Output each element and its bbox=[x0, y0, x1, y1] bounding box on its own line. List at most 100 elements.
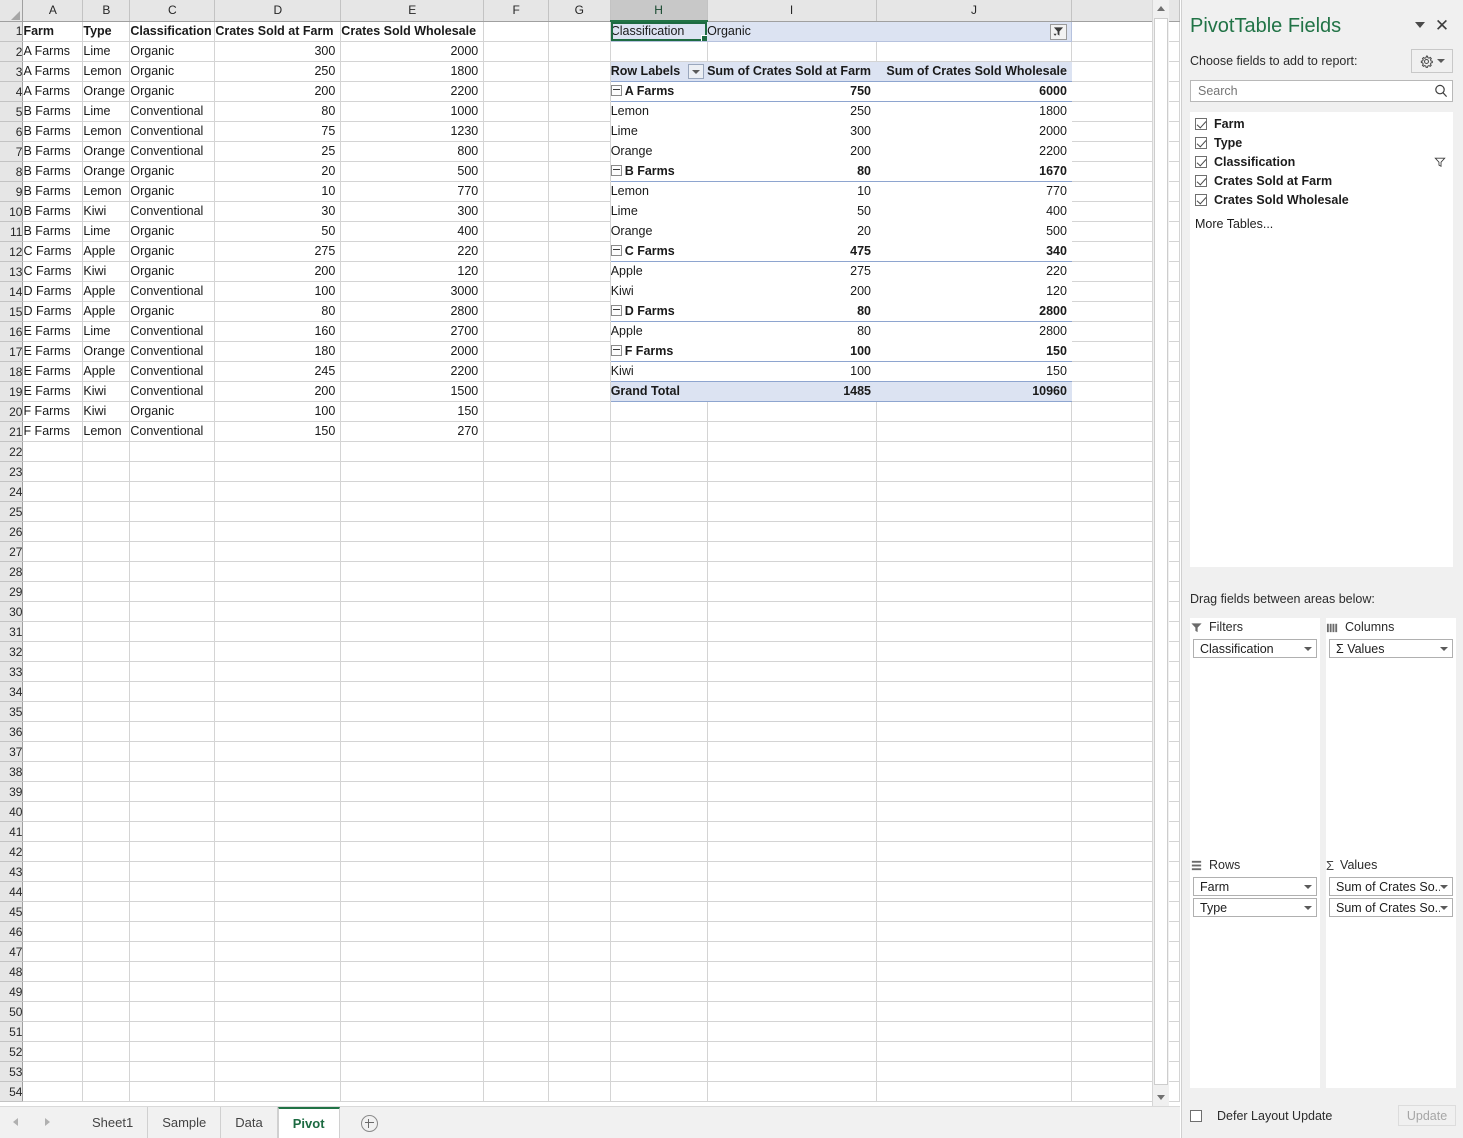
source-data-cell[interactable]: Orange bbox=[83, 142, 130, 162]
empty-cell[interactable] bbox=[548, 602, 610, 622]
source-data-cell[interactable]: Conventional bbox=[130, 202, 215, 222]
empty-cell[interactable] bbox=[707, 862, 876, 882]
empty-cell[interactable] bbox=[707, 962, 876, 982]
source-data-cell[interactable]: B Farms bbox=[23, 102, 83, 122]
source-data-cell[interactable]: Lemon bbox=[83, 422, 130, 442]
pivot-group-label[interactable]: B Farms bbox=[610, 162, 707, 182]
empty-cell[interactable] bbox=[130, 522, 215, 542]
rows-area[interactable]: Rows FarmType bbox=[1190, 856, 1320, 1088]
empty-cell[interactable] bbox=[548, 942, 610, 962]
empty-cell[interactable] bbox=[707, 502, 876, 522]
source-data-cell[interactable]: Kiwi bbox=[83, 202, 130, 222]
row-header-17[interactable]: 17 bbox=[0, 342, 23, 362]
row-header-54[interactable]: 54 bbox=[0, 1082, 23, 1102]
empty-cell[interactable] bbox=[707, 442, 876, 462]
pivot-item-label[interactable]: Orange bbox=[610, 222, 707, 242]
pivot-value1-cell[interactable]: 475 bbox=[707, 242, 876, 262]
source-data-cell[interactable]: D Farms bbox=[23, 302, 83, 322]
empty-cell[interactable] bbox=[610, 782, 707, 802]
empty-cell[interactable] bbox=[341, 722, 484, 742]
empty-cell[interactable] bbox=[130, 962, 215, 982]
pivot-value2-cell[interactable]: 1800 bbox=[876, 102, 1072, 122]
empty-cell[interactable] bbox=[23, 762, 83, 782]
empty-cell[interactable] bbox=[215, 582, 341, 602]
source-data-cell[interactable]: F Farms bbox=[23, 422, 83, 442]
source-data-cell[interactable]: 1800 bbox=[341, 62, 484, 82]
empty-cell[interactable] bbox=[610, 922, 707, 942]
pivot-value2-cell[interactable]: 500 bbox=[876, 222, 1072, 242]
empty-cell[interactable] bbox=[130, 842, 215, 862]
empty-cell[interactable] bbox=[707, 1062, 876, 1082]
panel-options-chevron-down-icon[interactable] bbox=[1409, 14, 1431, 36]
empty-cell[interactable] bbox=[23, 642, 83, 662]
empty-cell[interactable] bbox=[548, 582, 610, 602]
pivot-value2-cell[interactable]: 6000 bbox=[876, 82, 1072, 102]
source-data-cell[interactable]: Orange bbox=[83, 162, 130, 182]
empty-cell[interactable] bbox=[876, 862, 1072, 882]
empty-cell[interactable] bbox=[341, 442, 484, 462]
pivot-value2-cell[interactable]: 120 bbox=[876, 282, 1072, 302]
sheet-tab-sheet1[interactable]: Sheet1 bbox=[78, 1107, 148, 1138]
pivot-value1-cell[interactable]: 50 bbox=[707, 202, 876, 222]
empty-cell[interactable] bbox=[876, 402, 1072, 422]
empty-cell[interactable] bbox=[484, 362, 549, 382]
empty-cell[interactable] bbox=[548, 182, 610, 202]
empty-cell[interactable] bbox=[215, 922, 341, 942]
empty-cell[interactable] bbox=[23, 922, 83, 942]
row-header-38[interactable]: 38 bbox=[0, 762, 23, 782]
pivot-item-label[interactable]: Lime bbox=[610, 202, 707, 222]
source-data-cell[interactable]: 1230 bbox=[341, 122, 484, 142]
empty-cell[interactable] bbox=[484, 62, 549, 82]
scroll-up-button[interactable] bbox=[1153, 0, 1169, 17]
empty-cell[interactable] bbox=[215, 482, 341, 502]
row-header-42[interactable]: 42 bbox=[0, 842, 23, 862]
empty-cell[interactable] bbox=[548, 842, 610, 862]
empty-cell[interactable] bbox=[707, 522, 876, 542]
row-header-48[interactable]: 48 bbox=[0, 962, 23, 982]
empty-cell[interactable] bbox=[548, 322, 610, 342]
column-header-j[interactable]: J bbox=[876, 0, 1072, 21]
row-header-47[interactable]: 47 bbox=[0, 942, 23, 962]
empty-cell[interactable] bbox=[484, 722, 549, 742]
source-data-cell[interactable]: 75 bbox=[215, 122, 341, 142]
row-header-19[interactable]: 19 bbox=[0, 382, 23, 402]
empty-cell[interactable] bbox=[130, 922, 215, 942]
empty-cell[interactable] bbox=[341, 822, 484, 842]
empty-cell[interactable] bbox=[341, 942, 484, 962]
empty-cell[interactable] bbox=[610, 942, 707, 962]
empty-cell[interactable] bbox=[215, 782, 341, 802]
empty-cell[interactable] bbox=[610, 622, 707, 642]
empty-cell[interactable] bbox=[876, 662, 1072, 682]
source-data-cell[interactable]: 150 bbox=[341, 402, 484, 422]
empty-cell[interactable] bbox=[484, 102, 549, 122]
pivot-value2-cell[interactable]: 2200 bbox=[876, 142, 1072, 162]
source-data-cell[interactable]: Organic bbox=[130, 402, 215, 422]
source-data-cell[interactable]: Lemon bbox=[83, 182, 130, 202]
empty-cell[interactable] bbox=[341, 782, 484, 802]
empty-cell[interactable] bbox=[548, 402, 610, 422]
empty-cell[interactable] bbox=[876, 822, 1072, 842]
empty-cell[interactable] bbox=[484, 1002, 549, 1022]
source-data-cell[interactable]: A Farms bbox=[23, 62, 83, 82]
source-data-cell[interactable]: 80 bbox=[215, 102, 341, 122]
empty-cell[interactable] bbox=[341, 842, 484, 862]
source-data-cell[interactable]: 2000 bbox=[341, 342, 484, 362]
empty-cell[interactable] bbox=[215, 962, 341, 982]
empty-cell[interactable] bbox=[130, 502, 215, 522]
pivot-value1-cell[interactable]: 200 bbox=[707, 142, 876, 162]
row-header-22[interactable]: 22 bbox=[0, 442, 23, 462]
empty-cell[interactable] bbox=[876, 502, 1072, 522]
empty-cell[interactable] bbox=[876, 1062, 1072, 1082]
next-sheet-button[interactable] bbox=[40, 1115, 54, 1129]
pivot-total-label[interactable]: Grand Total bbox=[610, 382, 707, 402]
empty-cell[interactable] bbox=[548, 442, 610, 462]
empty-cell[interactable] bbox=[23, 862, 83, 882]
empty-cell[interactable] bbox=[130, 902, 215, 922]
empty-cell[interactable] bbox=[548, 802, 610, 822]
chevron-down-icon[interactable] bbox=[1304, 906, 1312, 910]
empty-cell[interactable] bbox=[548, 222, 610, 242]
source-data-cell[interactable]: Lime bbox=[83, 42, 130, 62]
empty-cell[interactable] bbox=[215, 762, 341, 782]
empty-cell[interactable] bbox=[83, 442, 130, 462]
field-checkbox[interactable] bbox=[1195, 175, 1207, 187]
